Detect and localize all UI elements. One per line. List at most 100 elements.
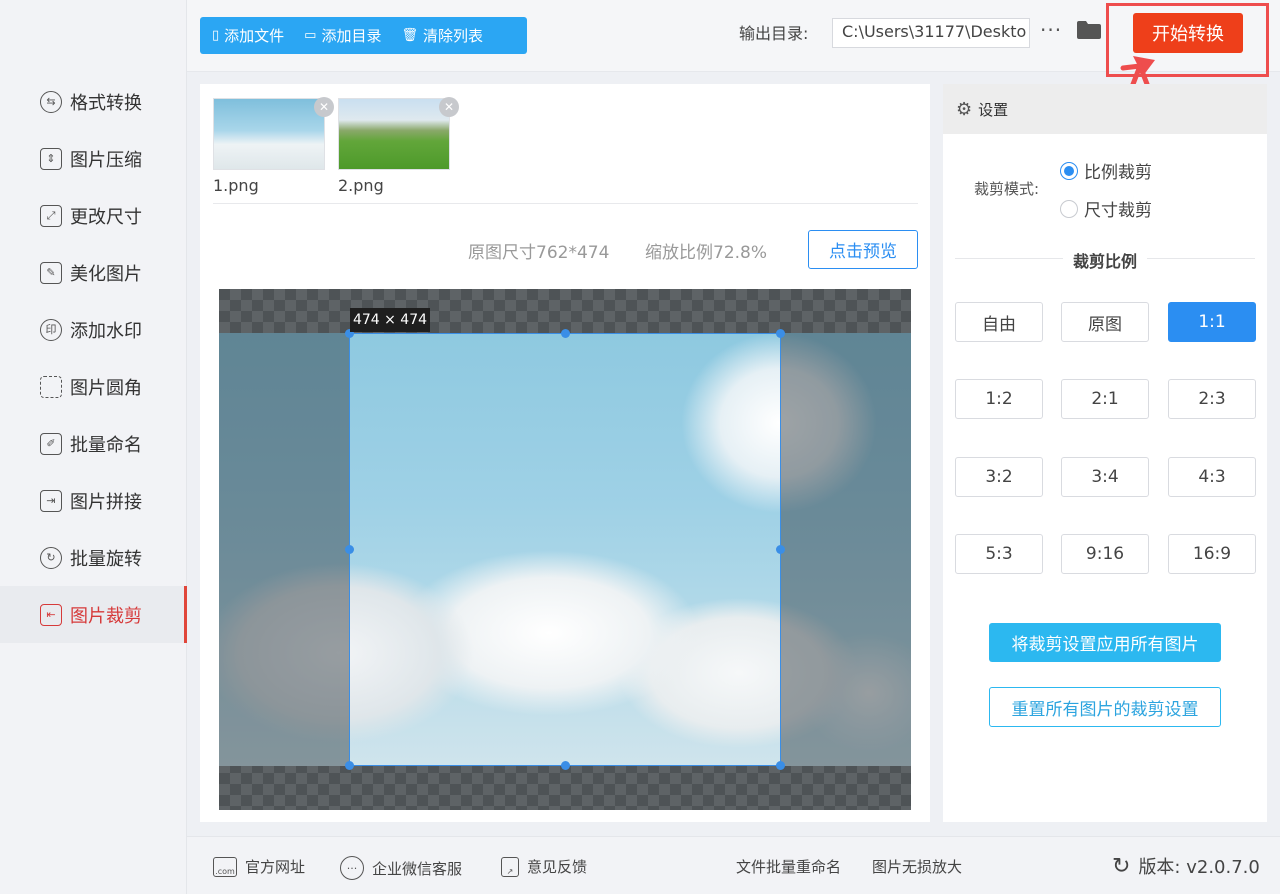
sidebar-item-label: 添加水印 xyxy=(70,320,142,342)
apply-all-button[interactable]: 将裁剪设置应用所有图片 xyxy=(989,623,1221,662)
radio-selected-icon xyxy=(1060,161,1078,180)
rounded-corner-icon xyxy=(40,375,62,398)
watermark-icon: 印 xyxy=(40,318,62,341)
rename-icon: ✐ xyxy=(40,432,62,455)
file-name-2: 2.png xyxy=(338,176,384,195)
version-label: 版本: v2.0.7.0 xyxy=(1138,857,1260,878)
file-toolbar: ▯ 添加文件 ▭ 添加目录 🗑 清除列表 xyxy=(200,17,527,54)
lossless-enlarge-link[interactable]: 图片无损放大 xyxy=(872,856,962,877)
file-icon: ▯ xyxy=(212,28,220,43)
feedback-label: 意见反馈 xyxy=(527,858,588,876)
resize-icon: ⤢ xyxy=(40,204,62,227)
crop-icon: ⇤ xyxy=(40,603,62,626)
trash-icon: 🗑 xyxy=(401,28,418,43)
sidebar-item-label: 图片压缩 xyxy=(70,149,142,171)
crop-handle-bottom-right[interactable] xyxy=(776,761,785,770)
thumbnail-2[interactable] xyxy=(338,98,450,170)
thumbnail-1[interactable] xyxy=(213,98,325,170)
feedback-icon: ↗ xyxy=(501,856,519,877)
ratio-button-2-1[interactable]: 2:1 xyxy=(1061,379,1149,419)
radio-label: 比例裁剪 xyxy=(1084,163,1152,183)
sidebar-item-label: 图片裁剪 xyxy=(70,605,142,627)
settings-title: 设置 xyxy=(978,100,1009,119)
add-file-button[interactable]: ▯ 添加文件 xyxy=(212,25,284,46)
remove-file-2-icon[interactable]: ✕ xyxy=(439,97,459,117)
sidebar-item-rounded-corner[interactable]: 图片圆角 xyxy=(0,358,187,415)
website-link[interactable]: .com 官方网址 xyxy=(213,856,305,877)
sidebar-item-watermark[interactable]: 印添加水印 xyxy=(0,301,187,358)
ratio-button-1-2[interactable]: 1:2 xyxy=(955,379,1043,419)
sidebar-item-label: 批量命名 xyxy=(70,434,142,456)
ratio-button-free[interactable]: 自由 xyxy=(955,302,1043,342)
batch-rename-link[interactable]: 文件批量重命名 xyxy=(736,856,841,877)
clear-list-label: 清除列表 xyxy=(423,27,484,45)
ratio-button-5-3[interactable]: 5:3 xyxy=(955,534,1043,574)
more-options-button[interactable]: ··· xyxy=(1040,18,1062,42)
batch-rename-label: 文件批量重命名 xyxy=(736,858,842,876)
ratio-button-1-1[interactable]: 1:1 xyxy=(1168,302,1256,342)
add-dir-button[interactable]: ▭ 添加目录 xyxy=(304,25,381,46)
chat-icon: ··· xyxy=(340,856,364,880)
ratio-button-4-3[interactable]: 4:3 xyxy=(1168,457,1256,497)
sidebar-item-label: 更改尺寸 xyxy=(70,206,142,228)
crop-mode-label: 裁剪模式: xyxy=(974,180,1040,198)
ratio-button-16-9[interactable]: 16:9 xyxy=(1168,534,1256,574)
gear-icon: ⚙ xyxy=(956,98,973,120)
clear-list-button[interactable]: 🗑 清除列表 xyxy=(401,25,483,46)
crop-handle-bottom-left[interactable] xyxy=(345,761,354,770)
format-convert-icon: ⇆ xyxy=(40,90,62,113)
feedback-link[interactable]: ↗ 意见反馈 xyxy=(501,856,587,877)
wechat-label: 企业微信客服 xyxy=(372,859,463,878)
compress-icon: ⇕ xyxy=(40,147,62,170)
sidebar-item-label: 格式转换 xyxy=(70,92,142,114)
crop-handle-top-right[interactable] xyxy=(776,329,785,338)
ratio-button-original[interactable]: 原图 xyxy=(1061,302,1149,342)
sidebar-item-label: 图片圆角 xyxy=(70,377,142,399)
settings-header: ⚙ 设置 xyxy=(943,84,1267,134)
crop-handle-bottom[interactable] xyxy=(561,761,570,770)
crop-size-tag: 474 × 474 xyxy=(350,308,430,332)
folder-icon[interactable] xyxy=(1076,20,1102,40)
output-dir-field[interactable]: C:\Users\31177\Deskto xyxy=(832,18,1030,48)
sidebar-item-stitch[interactable]: ⇥ 图片拼接 xyxy=(0,472,187,529)
crop-mask-right xyxy=(781,289,911,810)
original-size-text: 原图尺寸762*474 xyxy=(468,243,610,263)
sidebar-item-crop[interactable]: ⇤ 图片裁剪 xyxy=(0,586,187,643)
website-icon: .com xyxy=(213,856,237,877)
sidebar-item-format-convert[interactable]: ⇆ 格式转换 xyxy=(0,73,187,130)
start-convert-button[interactable]: 开始转换 xyxy=(1133,13,1243,53)
reset-all-button[interactable]: 重置所有图片的裁剪设置 xyxy=(989,687,1221,727)
radio-ratio-crop[interactable]: 比例裁剪 xyxy=(1060,158,1152,183)
sidebar-item-rotate[interactable]: ↻ 批量旋转 xyxy=(0,529,187,586)
zoom-text: 缩放比例72.8% xyxy=(645,243,768,263)
file-name-1: 1.png xyxy=(213,176,259,195)
ratio-button-3-4[interactable]: 3:4 xyxy=(1061,457,1149,497)
wechat-service-link[interactable]: ··· 企业微信客服 xyxy=(340,856,462,880)
sidebar-item-label: 图片拼接 xyxy=(70,491,142,513)
beautify-icon: ✎ xyxy=(40,261,62,284)
crop-handle-right[interactable] xyxy=(776,545,785,554)
radio-size-crop[interactable]: 尺寸裁剪 xyxy=(1060,196,1152,221)
ratio-button-9-16[interactable]: 9:16 xyxy=(1061,534,1149,574)
sidebar-item-resize[interactable]: ⤢ 更改尺寸 xyxy=(0,187,187,244)
crop-handle-top[interactable] xyxy=(561,329,570,338)
divider xyxy=(213,203,918,204)
sidebar-item-compress[interactable]: ⇕ 图片压缩 xyxy=(0,130,187,187)
sidebar-item-beautify[interactable]: ✎ 美化图片 xyxy=(0,244,187,301)
output-dir-label: 输出目录: xyxy=(739,24,809,43)
preview-button[interactable]: 点击预览 xyxy=(808,230,918,269)
ratio-button-3-2[interactable]: 3:2 xyxy=(955,457,1043,497)
lossless-label: 图片无损放大 xyxy=(872,858,963,876)
ratio-button-2-3[interactable]: 2:3 xyxy=(1168,379,1256,419)
crop-handle-left[interactable] xyxy=(345,545,354,554)
version-info[interactable]: ↻ 版本: v2.0.7.0 xyxy=(1112,853,1260,879)
crop-box[interactable] xyxy=(345,329,785,770)
website-label: 官方网址 xyxy=(245,858,306,876)
rotate-icon: ↻ xyxy=(40,546,62,569)
radio-label: 尺寸裁剪 xyxy=(1084,201,1152,221)
folder-outline-icon: ▭ xyxy=(304,28,317,43)
sidebar-item-rename[interactable]: ✐ 批量命名 xyxy=(0,415,187,472)
refresh-icon: ↻ xyxy=(1112,853,1131,879)
ratio-title: 裁剪比例 xyxy=(1063,248,1147,272)
remove-file-1-icon[interactable]: ✕ xyxy=(314,97,334,117)
